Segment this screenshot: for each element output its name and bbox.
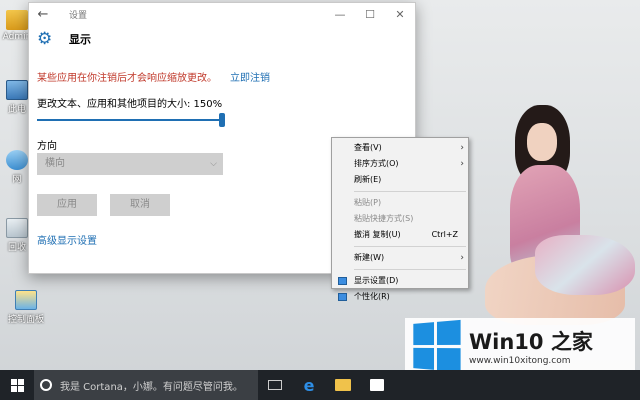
file-explorer-button[interactable] (326, 370, 360, 400)
task-view-button[interactable] (258, 370, 292, 400)
close-button[interactable]: ✕ (385, 8, 415, 21)
menu-separator (354, 191, 466, 192)
menu-item-view[interactable]: 查看(V) › (332, 140, 468, 156)
apply-button[interactable]: 应用 (37, 194, 97, 216)
menu-shortcut: Ctrl+Z (431, 230, 458, 239)
file-explorer-icon (335, 379, 351, 391)
orientation-select[interactable]: 横向 ⌵ (37, 153, 223, 175)
maximize-button[interactable]: ☐ (355, 8, 385, 21)
page-title: 显示 (69, 33, 91, 46)
page-header: ⚙ 显示 (29, 25, 415, 53)
personalize-icon (338, 293, 347, 301)
slider-thumb[interactable] (219, 113, 225, 127)
menu-item-undo-copy[interactable]: 撤消 复制(U) Ctrl+Z (332, 227, 468, 243)
chevron-right-icon: › (460, 253, 464, 263)
scale-label: 更改文本、应用和其他项目的大小: 150% (37, 99, 223, 110)
display-icon (338, 277, 347, 285)
desktop-icon-control-panel[interactable]: 控制面板 (6, 290, 46, 325)
menu-separator (354, 269, 466, 270)
menu-item-sort-by[interactable]: 排序方式(O) › (332, 156, 468, 172)
menu-separator (354, 246, 466, 247)
cortana-search-box[interactable]: 我是 Cortana，小娜。有问题尽管问我。 (34, 370, 258, 400)
watermark-site: www.win10xitong.com (469, 356, 571, 366)
menu-item-new[interactable]: 新建(W) › (332, 250, 468, 266)
advanced-display-settings-link[interactable]: 高级显示设置 (37, 232, 97, 247)
scaling-warning: 某些应用在你注销后才会响应缩放更改。 (37, 73, 217, 84)
control-panel-icon (15, 290, 37, 310)
cancel-button[interactable]: 取消 (110, 194, 170, 216)
menu-item-display-settings[interactable]: 显示设置(D) (332, 273, 468, 289)
menu-item-paste[interactable]: 粘贴(P) (332, 195, 468, 211)
menu-item-refresh[interactable]: 刷新(E) (332, 172, 468, 188)
slider-track (37, 119, 225, 121)
windows-logo-icon (413, 319, 461, 373)
back-arrow-icon[interactable]: ← (29, 7, 57, 22)
chevron-right-icon: › (460, 159, 464, 169)
chevron-down-icon: ⌵ (210, 159, 217, 169)
windows-start-icon (10, 378, 24, 392)
recycle-bin-icon (6, 218, 28, 238)
chevron-right-icon: › (460, 143, 464, 153)
desktop-context-menu: 查看(V) › 排序方式(O) › 刷新(E) 粘贴(P) 粘贴快捷方式(S) … (331, 137, 469, 301)
task-view-icon (268, 380, 282, 390)
menu-item-paste-shortcut[interactable]: 粘贴快捷方式(S) (332, 211, 468, 227)
taskbar: 我是 Cortana，小娜。有问题尽管问我。 e (0, 370, 640, 400)
watermark-brand: Win10 之家 (469, 330, 593, 354)
desktop-icon-label: 控制面板 (7, 315, 44, 325)
edge-button[interactable]: e (292, 370, 326, 400)
start-button[interactable] (0, 370, 34, 400)
watermark: Win10 之家 www.win10xitong.com (405, 318, 635, 374)
cortana-icon (40, 379, 52, 391)
store-button[interactable] (360, 370, 394, 400)
window-titlebar: ← 设置 — ☐ ✕ (29, 3, 415, 25)
user-folder-icon (6, 10, 28, 30)
gear-icon: ⚙ (37, 29, 53, 49)
menu-item-personalize[interactable]: 个性化(R) (332, 289, 468, 305)
orientation-value: 横向 (45, 158, 65, 169)
window-title: 设置 (69, 10, 88, 21)
store-icon (370, 379, 384, 391)
edge-icon: e (303, 375, 315, 395)
orientation-label: 方向 (37, 141, 57, 152)
scale-slider[interactable] (37, 113, 225, 127)
cortana-placeholder: 我是 Cortana，小娜。有问题尽管问我。 (60, 381, 243, 393)
network-icon (6, 150, 28, 170)
computer-icon (6, 80, 28, 100)
sign-out-now-link[interactable]: 立即注销 (230, 69, 270, 84)
minimize-button[interactable]: — (325, 8, 355, 21)
wallpaper-figure (475, 105, 640, 335)
